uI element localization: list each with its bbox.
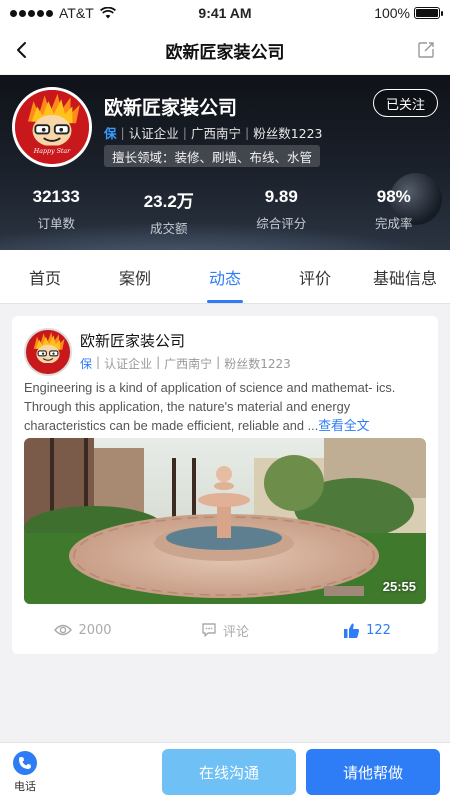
stat-label: 综合评分 [256,216,307,231]
wifi-icon [99,7,116,19]
post-actions: 2000 评论 122 [12,616,438,644]
likes-count: 122 [366,622,391,638]
company-header: Happy Star 欧新匠家装公司 已关注 保 | 认证企业 | 广西南宁 |… [0,75,450,250]
edit-button[interactable] [412,36,440,64]
fans-count: 粉丝数1223 [224,357,291,371]
online-chat-button[interactable]: 在线沟通 [162,749,296,795]
phone-label: 电话 [14,780,36,793]
specialty-tag: 擅长领域：装修、刷墙、布线、水管 [104,145,321,167]
like-button[interactable]: 122 [296,616,438,644]
post-company-name[interactable]: 欧新匠家装公司 [80,330,185,351]
divider: | [216,355,221,369]
phone-icon [13,751,37,775]
read-more-link[interactable]: 查看全文 [318,418,369,433]
svg-text:Happy Star: Happy Star [33,148,71,155]
company-name: 欧新匠家装公司 [104,97,238,119]
location-tag: 广西南宁 [164,357,213,371]
post-text: Engineering is a kind of application of … [24,378,426,435]
certified-tag: 认证企业 [104,357,153,371]
post-company-tags: 保 | 认证企业 | 广西南宁 | 粉丝数1223 [80,355,291,372]
guarantee-badge: 保 [80,357,93,371]
nav-bar: 欧新匠家装公司 [0,26,450,74]
tab-cases[interactable]: 案例 [90,250,180,303]
happy-star-logo-icon: Happy Star [15,90,89,164]
company-tags: 保 | 认证企业 | 广西南宁 | 粉丝数1223 [104,123,323,142]
stat-completion: 98% 完成率 [338,187,450,237]
happy-star-logo-icon [26,330,70,374]
location-tag: 广西南宁 [190,126,241,141]
stat-label: 完成率 [374,216,413,231]
bottom-action-bar: 电话 在线沟通 请他帮做 [0,742,450,800]
guarantee-badge: 保 [104,126,117,141]
garden-fountain-image [24,438,426,604]
phone-button[interactable]: 电话 [10,751,40,794]
post-video-thumbnail[interactable]: 25:55 [24,438,426,604]
stat-turnover: 23.2万 成交额 [113,187,226,237]
tab-home[interactable]: 首页 [0,250,90,303]
divider: | [120,125,125,140]
tab-bar: 首页 案例 动态 评价 基础信息 [0,250,450,304]
comment-button[interactable]: 评论 [154,616,296,644]
stat-label: 成交额 [149,221,188,236]
status-bar: AT&T 9:41 AM 100% [0,0,450,26]
company-logo: Happy Star [12,87,92,167]
video-duration: 25:55 [382,579,416,594]
stat-orders: 32133 订单数 [0,187,113,237]
back-button[interactable] [8,36,36,64]
carrier-label: AT&T [59,5,94,21]
views-stat: 2000 [12,616,154,644]
stat-rating: 9.89 综合评分 [225,187,338,237]
stat-value: 98% [376,187,411,206]
tab-basic-info[interactable]: 基础信息 [360,250,450,303]
stat-value: 23.2万 [143,192,194,211]
stats-row: 32133 订单数 23.2万 成交额 9.89 综合评分 98% 完成率 [0,187,450,237]
stat-label: 订单数 [37,216,75,231]
views-count: 2000 [78,622,112,638]
carrier-group: AT&T [10,5,116,21]
edit-icon [418,42,434,58]
tab-activity[interactable]: 动态 [180,250,270,303]
stat-value: 32133 [32,187,80,206]
battery-group: 100% [374,5,443,21]
activity-post-card[interactable]: 欧新匠家装公司 保 | 认证企业 | 广西南宁 | 粉丝数1223 Engine… [12,316,438,654]
signal-icon [10,9,53,17]
battery-percent: 100% [374,5,410,21]
comment-label: 评论 [222,624,249,640]
back-arrow-icon [17,42,26,58]
follow-button[interactable]: 已关注 [372,89,438,117]
divider: | [244,125,250,140]
divider: | [156,355,161,369]
thumbs-up-icon [344,623,360,638]
page-title: 欧新匠家装公司 [165,42,285,63]
certified-tag: 认证企业 [128,126,179,141]
comment-icon [202,623,216,637]
post-avatar[interactable] [24,328,72,376]
eye-icon [54,624,73,636]
fans-count: 粉丝数1223 [253,126,323,141]
stat-value: 9.89 [264,187,298,206]
divider: | [182,125,187,140]
divider: | [96,355,101,369]
tab-reviews[interactable]: 评价 [270,250,360,303]
battery-icon [414,7,443,19]
request-help-button[interactable]: 请他帮做 [306,749,440,795]
